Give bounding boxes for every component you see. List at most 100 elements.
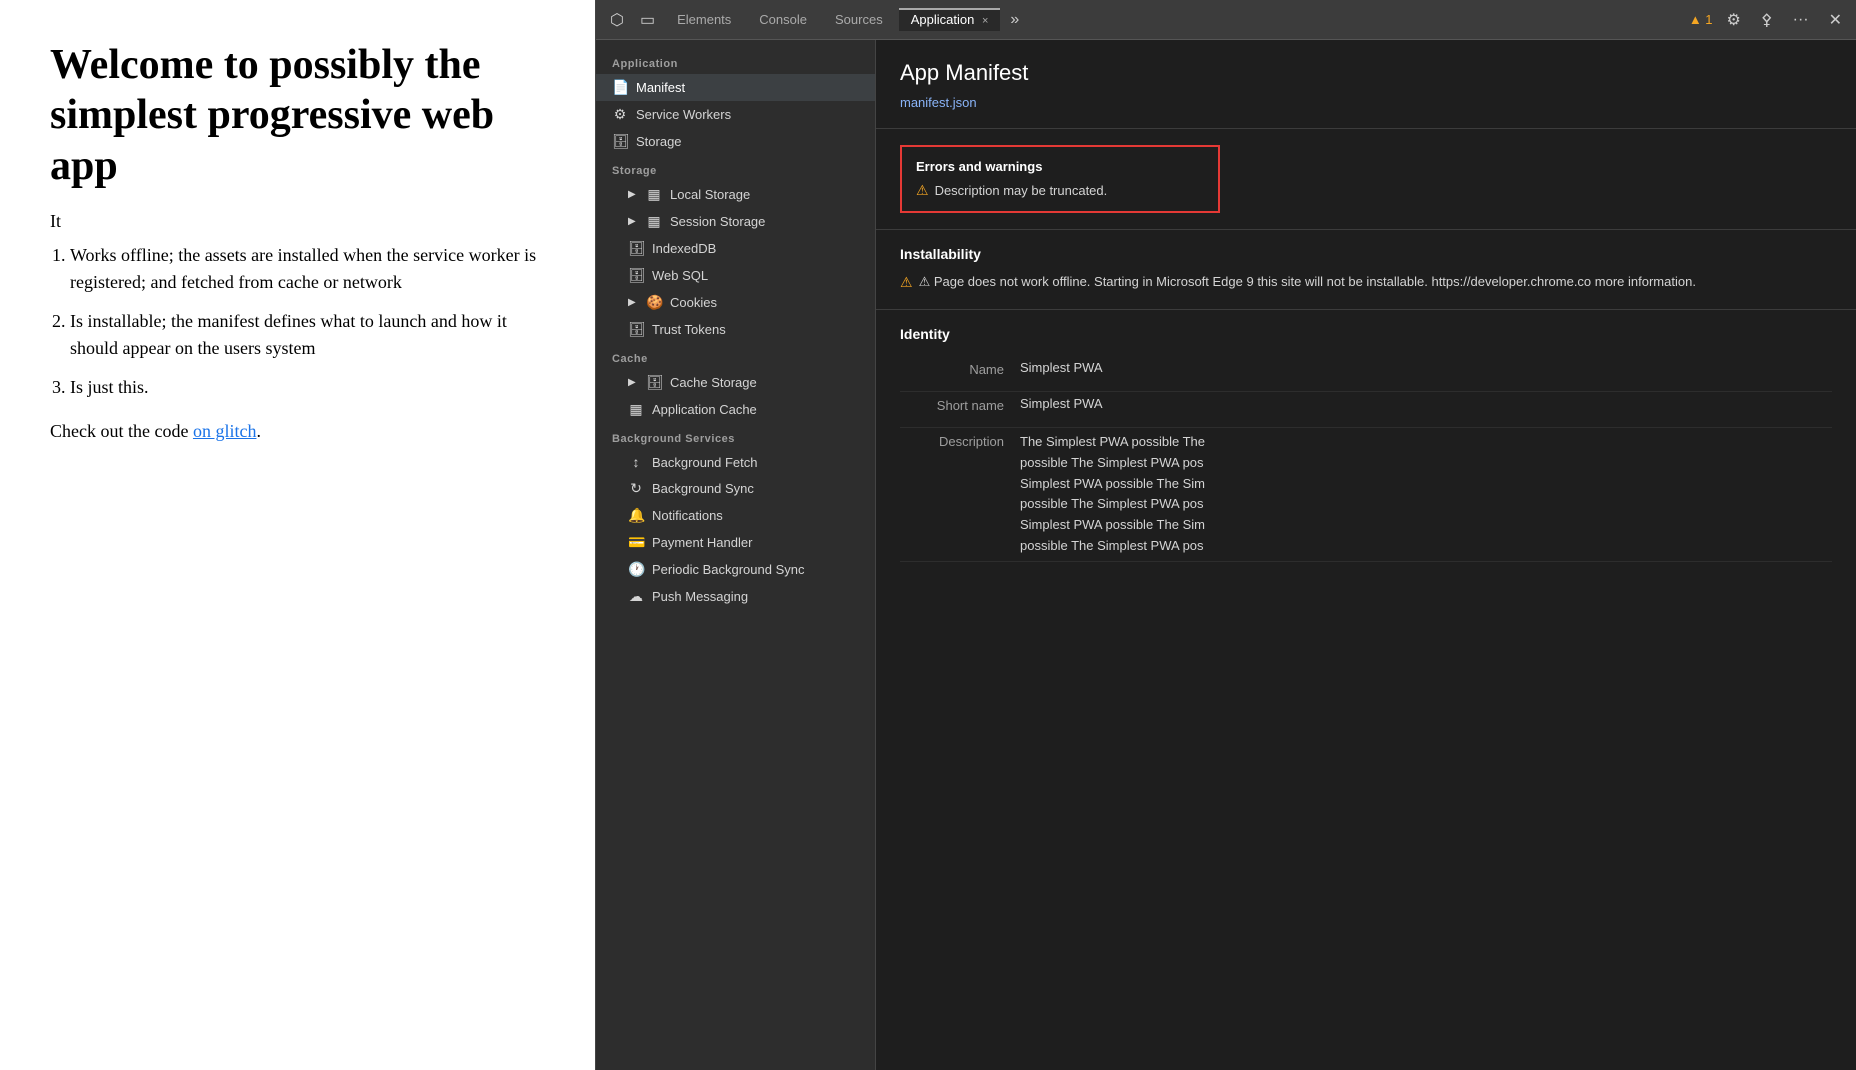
tab-console[interactable]: Console: [747, 8, 819, 31]
more-tabs-button[interactable]: »: [1004, 7, 1025, 33]
desc-line-5: Simplest PWA possible The Sim: [1020, 515, 1832, 536]
short-name-label: Short name: [900, 396, 1020, 423]
service-workers-icon: ⚙: [612, 106, 628, 123]
web-sql-label: Web SQL: [652, 268, 708, 283]
sidebar-item-payment-handler[interactable]: 💳 Payment Handler: [596, 529, 875, 556]
tab-bar-right: ▲ 1 ⚙ ⚴ ··· ✕: [1689, 6, 1848, 34]
cache-storage-label: Cache Storage: [670, 375, 757, 390]
device-icon[interactable]: ▭: [634, 6, 661, 34]
sidebar-item-manifest[interactable]: 📄 Manifest: [596, 74, 875, 101]
sidebar-section-storage: Storage: [596, 155, 875, 181]
feature-list: Works offline; the assets are installed …: [50, 242, 545, 401]
indexeddb-icon: 🗄: [628, 240, 644, 257]
identity-description-row: Description The Simplest PWA possible Th…: [900, 428, 1832, 562]
sidebar-item-cache-storage[interactable]: ▶ 🗄 Cache Storage: [596, 369, 875, 396]
background-sync-label: Background Sync: [652, 481, 754, 496]
sidebar-section-cache: Cache: [596, 343, 875, 369]
application-cache-icon: ▦: [628, 401, 644, 418]
manifest-label: Manifest: [636, 80, 685, 95]
errors-box: Errors and warnings ⚠ Description may be…: [900, 145, 1220, 213]
sidebar-item-application-cache[interactable]: ▦ Application Cache: [596, 396, 875, 423]
periodic-background-sync-label: Periodic Background Sync: [652, 562, 804, 577]
sidebar-item-periodic-background-sync[interactable]: 🕐 Periodic Background Sync: [596, 556, 875, 583]
page-heading: Welcome to possibly the simplest progres…: [50, 40, 545, 191]
sidebar-section-application: Application: [596, 48, 875, 74]
manifest-json-link[interactable]: manifest.json: [900, 95, 977, 110]
devtools-panel: ⬡ ▭ Elements Console Sources Application…: [595, 0, 1856, 1070]
payment-handler-label: Payment Handler: [652, 535, 752, 550]
cache-storage-icon: 🗄: [646, 374, 662, 391]
dock-icon[interactable]: ⚴: [1755, 6, 1779, 34]
desc-line-3: Simplest PWA possible The Sim: [1020, 474, 1832, 495]
cursor-icon[interactable]: ⬡: [604, 6, 630, 34]
sidebar-item-session-storage[interactable]: ▶ ▦ Session Storage: [596, 208, 875, 235]
content-header: App Manifest manifest.json: [876, 40, 1856, 129]
installability-warning-icon: ⚠: [900, 272, 913, 293]
list-item: Works offline; the assets are installed …: [70, 242, 545, 296]
payment-handler-icon: 💳: [628, 534, 644, 551]
warning-triangle-icon: ⚠: [916, 182, 929, 199]
expand-session-storage-icon: ▶: [628, 216, 638, 227]
cookies-icon: 🍪: [646, 294, 662, 311]
identity-short-name-row: Short name Simplest PWA: [900, 392, 1832, 428]
main-content-panel: App Manifest manifest.json Errors and wa…: [876, 40, 1856, 1070]
cookies-label: Cookies: [670, 295, 717, 310]
push-messaging-icon: ☁: [628, 588, 644, 605]
truncation-warning: ⚠ Description may be truncated.: [916, 182, 1204, 199]
tab-close-button[interactable]: ×: [982, 15, 988, 27]
desc-line-4: possible The Simplest PWA pos: [1020, 494, 1832, 515]
sidebar-item-cookies[interactable]: ▶ 🍪 Cookies: [596, 289, 875, 316]
more-options-button[interactable]: ···: [1787, 7, 1815, 33]
installability-heading: Installability: [900, 246, 1832, 262]
trust-tokens-icon: 🗄: [628, 321, 644, 338]
sidebar-item-web-sql[interactable]: 🗄 Web SQL: [596, 262, 875, 289]
session-storage-db-icon: ▦: [646, 213, 662, 230]
manifest-icon: 📄: [612, 79, 628, 96]
expand-cookies-icon: ▶: [628, 297, 638, 308]
tab-elements[interactable]: Elements: [665, 8, 743, 31]
sidebar-item-trust-tokens[interactable]: 🗄 Trust Tokens: [596, 316, 875, 343]
background-fetch-label: Background Fetch: [652, 455, 758, 470]
content-title: App Manifest: [900, 60, 1832, 86]
identity-heading: Identity: [900, 326, 1832, 342]
storage-icon: 🗄: [612, 133, 628, 150]
identity-name-row: Name Simplest PWA: [900, 356, 1832, 392]
background-fetch-icon: ↕: [628, 454, 644, 470]
sidebar-item-background-fetch[interactable]: ↕ Background Fetch: [596, 449, 875, 475]
glitch-link[interactable]: on glitch: [193, 421, 257, 441]
warnings-badge[interactable]: ▲ 1: [1689, 12, 1713, 27]
background-sync-icon: ↻: [628, 480, 644, 497]
notifications-label: Notifications: [652, 508, 723, 523]
session-storage-label: Session Storage: [670, 214, 765, 229]
webpage-pane: Welcome to possibly the simplest progres…: [0, 0, 595, 1070]
sidebar-item-indexeddb[interactable]: 🗄 IndexedDB: [596, 235, 875, 262]
truncation-warning-text: Description may be truncated.: [935, 183, 1108, 198]
sidebar-item-push-messaging[interactable]: ☁ Push Messaging: [596, 583, 875, 610]
sidebar: Application 📄 Manifest ⚙ Service Workers…: [596, 40, 876, 1070]
sidebar-item-local-storage[interactable]: ▶ ▦ Local Storage: [596, 181, 875, 208]
identity-section: Identity Name Simplest PWA Short name Si…: [876, 310, 1856, 578]
tab-bar: ⬡ ▭ Elements Console Sources Application…: [596, 0, 1856, 40]
installability-section: Installability ⚠ ⚠ Page does not work of…: [876, 230, 1856, 310]
sidebar-item-notifications[interactable]: 🔔 Notifications: [596, 502, 875, 529]
installability-warning-text: ⚠ Page does not work offline. Starting i…: [919, 272, 1696, 292]
tab-sources[interactable]: Sources: [823, 8, 895, 31]
name-value: Simplest PWA: [1020, 360, 1832, 387]
sidebar-item-storage[interactable]: 🗄 Storage: [596, 128, 875, 155]
installability-warning: ⚠ ⚠ Page does not work offline. Starting…: [900, 272, 1832, 293]
description-label: Description: [900, 432, 1020, 557]
local-storage-db-icon: ▦: [646, 186, 662, 203]
expand-cache-storage-icon: ▶: [628, 377, 638, 388]
application-cache-label: Application Cache: [652, 402, 757, 417]
devtools-body: Application 📄 Manifest ⚙ Service Workers…: [596, 40, 1856, 1070]
sidebar-item-service-workers[interactable]: ⚙ Service Workers: [596, 101, 875, 128]
push-messaging-label: Push Messaging: [652, 589, 748, 604]
sidebar-item-background-sync[interactable]: ↻ Background Sync: [596, 475, 875, 502]
service-workers-label: Service Workers: [636, 107, 731, 122]
close-devtools-button[interactable]: ✕: [1823, 6, 1848, 34]
desc-line-1: The Simplest PWA possible The: [1020, 432, 1832, 453]
description-value: The Simplest PWA possible The possible T…: [1020, 432, 1832, 557]
tab-application[interactable]: Application ×: [899, 8, 1001, 31]
intro-text: It: [50, 211, 545, 232]
settings-icon[interactable]: ⚙: [1721, 6, 1747, 34]
